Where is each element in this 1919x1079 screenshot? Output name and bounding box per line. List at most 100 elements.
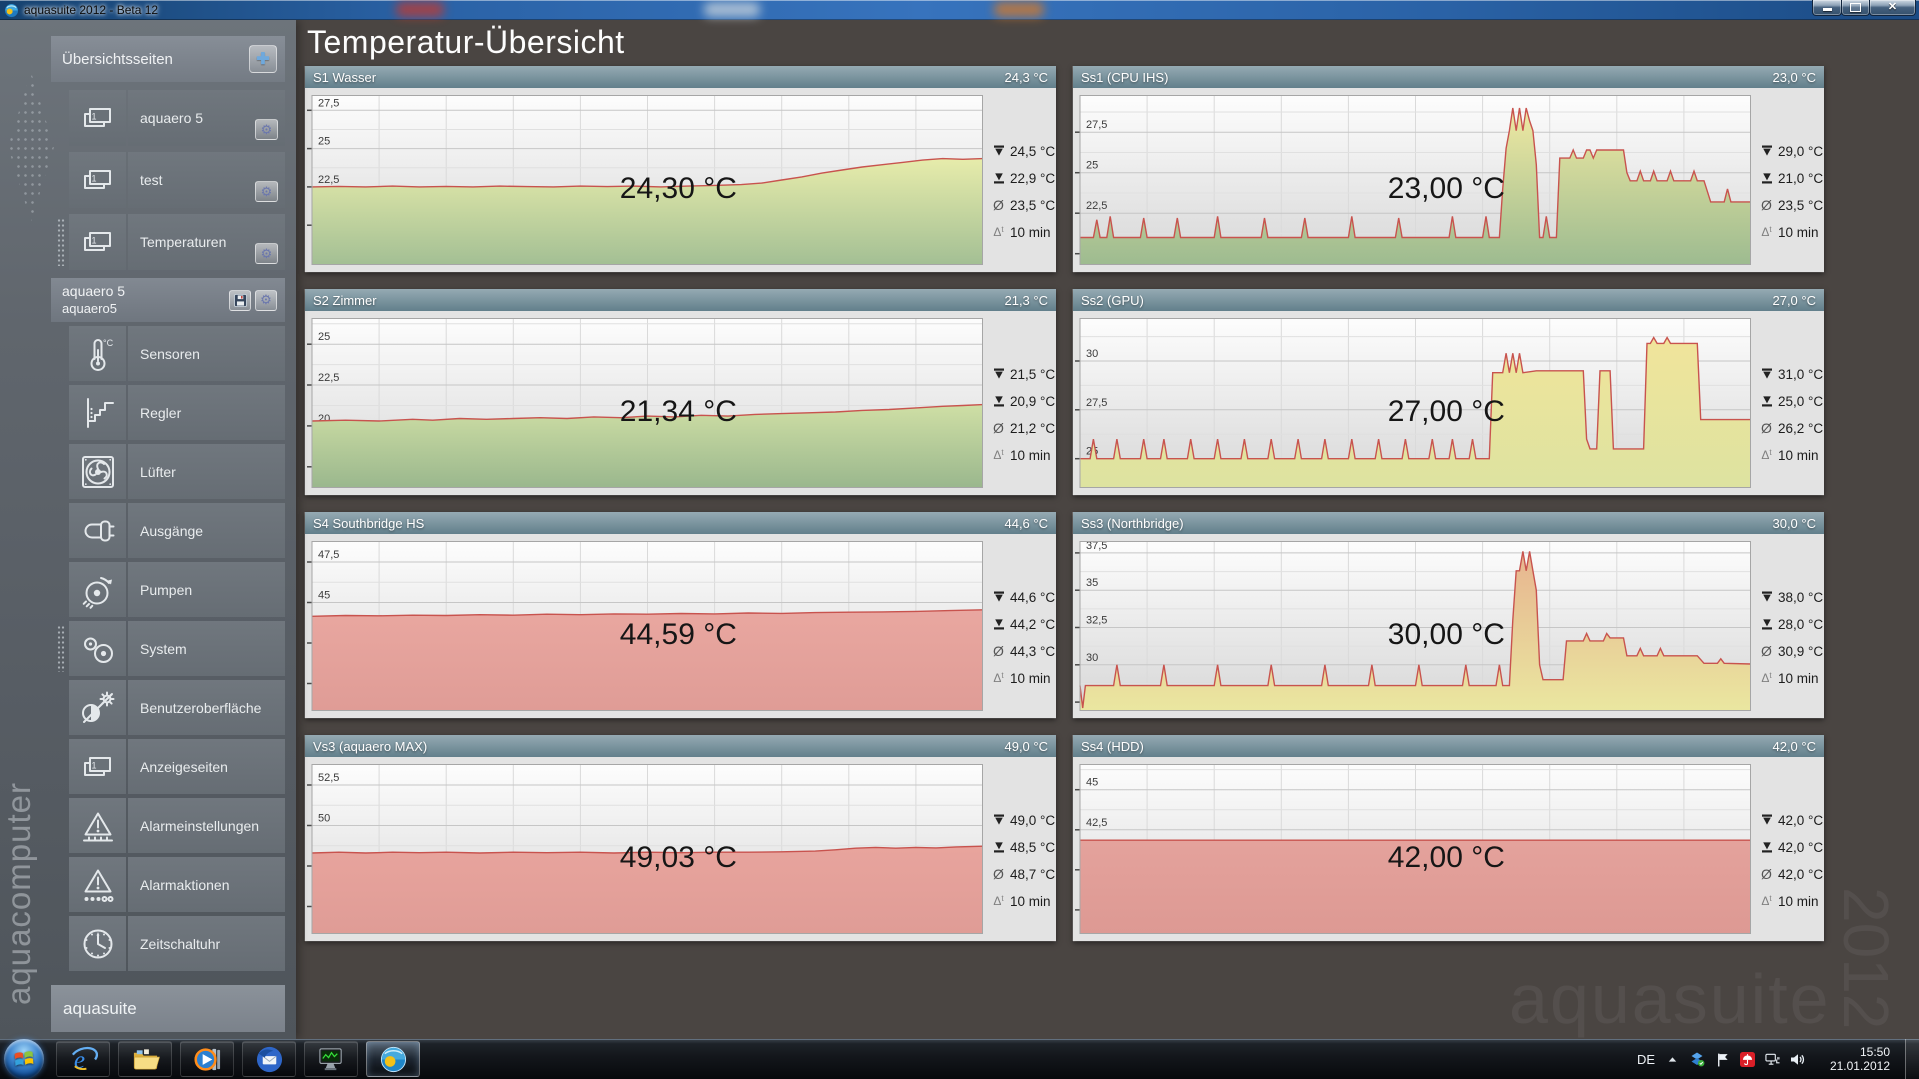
panel-stats: 44,6 °C 44,2 °C Ø 44,3 °C Δt 10 min (983, 534, 1056, 718)
panel-header[interactable]: S4 Southbridge HS 44,6 °C (305, 512, 1056, 534)
svg-text:°C: °C (103, 338, 114, 348)
sidebar-item-alarmeinstellungen[interactable]: Alarmeinstellungen (69, 798, 285, 853)
sidebar-item-alarmaktionen[interactable]: Alarmaktionen (69, 857, 285, 912)
sidebar-item-l-fter[interactable]: Lüfter (69, 444, 285, 499)
stat-avg: 21,2 °C (1010, 420, 1056, 436)
main-content: Temperatur-Übersicht S1 Wasser 24,3 °C 2… (296, 20, 1919, 1039)
sidebar-footer-aquasuite[interactable]: aquasuite (51, 985, 285, 1032)
temperature-chart[interactable]: 3027,525 27,00 °C (1074, 318, 1751, 488)
stat-avg: 48,7 °C (1010, 866, 1056, 882)
panel-stats: 49,0 °C 48,5 °C Ø 48,7 °C Δt 10 min (983, 757, 1056, 941)
page-settings-gear-button[interactable]: ⚙ (255, 119, 278, 140)
sidebar-item-label: Benutzeroberfläche (140, 699, 262, 716)
taskbar-app-windows-explorer[interactable] (118, 1041, 172, 1077)
sidebar-item-ausg-nge[interactable]: Ausgänge (69, 503, 285, 558)
stat-avg: 26,2 °C (1778, 420, 1824, 436)
stat-min: 20,9 °C (1010, 393, 1056, 409)
timespan-icon: Δt (1761, 225, 1772, 239)
temperature-chart[interactable]: 4542,54037,5 42,00 °C (1074, 764, 1751, 934)
add-page-button[interactable]: ✚ (249, 45, 277, 73)
svg-text:45: 45 (1086, 777, 1098, 789)
save-button[interactable] (229, 289, 251, 311)
desktop-glare (994, 2, 1044, 17)
sidebar-item-sensoren[interactable]: °C Sensoren (69, 326, 285, 381)
sidebar-item-regler[interactable]: Regler (69, 385, 285, 440)
taskbar-app-hw-monitor[interactable] (304, 1041, 358, 1077)
panel-header[interactable]: Ss4 (HDD) 42,0 °C (1073, 735, 1824, 757)
drag-handle[interactable] (57, 625, 65, 672)
device-name: aquaero 5 (62, 283, 126, 300)
drag-handle[interactable] (57, 218, 65, 266)
sidebar-item-benutzeroberfl-che[interactable]: Benutzeroberfläche (69, 680, 285, 735)
taskbar-app-aquasuite[interactable] (366, 1041, 420, 1077)
panel-body: 47,54542,540 44,59 °C 44,6 °C 44,2 °C Ø4… (305, 534, 1056, 718)
taskbar-app-media-player[interactable] (180, 1041, 234, 1077)
language-indicator[interactable]: DE (1637, 1052, 1655, 1067)
maximize-button[interactable] (1841, 0, 1870, 16)
action-center-flag-icon[interactable] (1714, 1052, 1730, 1067)
temperature-chart[interactable]: 27,52522,520 23,00 °C (1074, 95, 1751, 265)
temperature-chart[interactable]: 47,54542,540 44,59 °C (306, 541, 983, 711)
panel-title: S2 Zimmer (313, 292, 377, 308)
show-desktop-button[interactable] (1905, 1039, 1919, 1079)
start-button[interactable] (4, 1039, 44, 1079)
sidebar-overview-page-item[interactable]: 1 test ⚙ (69, 152, 285, 208)
close-button[interactable]: ✕ (1869, 0, 1916, 16)
sidebar-item-anzeigeseiten[interactable]: 1 Anzeigeseiten (69, 739, 285, 794)
page-settings-gear-button[interactable]: ⚙ (255, 243, 278, 264)
sensor-panel-ss4-hdd-: Ss4 (HDD) 42,0 °C 4542,54037,5 42,00 °C … (1073, 735, 1824, 941)
stat-min: 42,0 °C (1778, 839, 1824, 855)
timespan-icon: Δt (1761, 671, 1772, 685)
panel-header[interactable]: Ss3 (Northbridge) 30,0 °C (1073, 512, 1824, 534)
average-icon: Ø (1761, 643, 1772, 659)
average-icon: Ø (993, 643, 1004, 659)
device-settings-gear-button[interactable]: ⚙ (255, 289, 277, 311)
sidebar-item-label: Ausgänge (140, 522, 204, 539)
volume-icon[interactable] (1789, 1052, 1805, 1067)
watermark-text: aquasuite (1509, 959, 1831, 1038)
alarm-settings-icon (69, 798, 126, 853)
sidebar-overview-page-item[interactable]: 1 Temperaturen ⚙ (57, 214, 285, 270)
temperature-chart[interactable]: 27,52522,520 24,30 °C (306, 95, 983, 265)
expand-tray-icon[interactable] (1664, 1052, 1680, 1067)
page-settings-gear-button[interactable]: ⚙ (255, 181, 278, 202)
svg-text:50: 50 (318, 813, 330, 825)
timespan-icon: Δt (993, 671, 1004, 685)
sidebar-item-label: Temperaturen (140, 234, 227, 250)
floppy-icon (233, 293, 247, 307)
panel-header[interactable]: Ss1 (CPU IHS) 23,0 °C (1073, 66, 1824, 88)
panel-body: 27,52522,520 24,30 °C 24,5 °C 22,9 °C Ø2… (305, 88, 1056, 272)
svg-text:30: 30 (1086, 652, 1098, 664)
max-icon (1760, 814, 1773, 826)
panel-header[interactable]: S1 Wasser 24,3 °C (305, 66, 1056, 88)
network-icon[interactable] (1764, 1052, 1780, 1067)
taskbar-app-thunderbird[interactable] (242, 1041, 296, 1077)
window-titlebar[interactable]: aquasuite 2012 - Beta 12 ✕ (0, 0, 1919, 20)
sidebar-overview-page-item[interactable]: 1 aquaero 5 ⚙ (69, 90, 285, 146)
stat-min: 25,0 °C (1778, 393, 1824, 409)
panel-header[interactable]: S2 Zimmer 21,3 °C (305, 289, 1056, 311)
temperature-chart[interactable]: 2522,52017,5 21,34 °C (306, 318, 983, 488)
svg-text:1: 1 (91, 112, 96, 122)
sidebar-overview-header[interactable]: Übersichtsseiten ✚ (51, 36, 285, 82)
timer-icon (69, 916, 126, 971)
window-title: aquasuite 2012 - Beta 12 (24, 3, 159, 17)
sidebar-item-pumpen[interactable]: Pumpen (69, 562, 285, 617)
sidebar-device-header[interactable]: aquaero 5 aquaero5 ⚙ (51, 278, 285, 322)
taskbar-app-internet-explorer[interactable]: e (56, 1041, 110, 1077)
clock[interactable]: 15:50 21.01.2012 (1818, 1045, 1890, 1073)
panel-header[interactable]: Ss2 (GPU) 27,0 °C (1073, 289, 1824, 311)
sidebar-item-system[interactable]: System (57, 621, 285, 676)
panel-body: 52,55047,545 49,03 °C 49,0 °C 48,5 °C Ø4… (305, 757, 1056, 941)
overview-header-label: Übersichtsseiten (62, 50, 173, 68)
panel-header[interactable]: Vs3 (aquaero MAX) 49,0 °C (305, 735, 1056, 757)
temperature-chart[interactable]: 52,55047,545 49,03 °C (306, 764, 983, 934)
temperature-chart[interactable]: 37,53532,53027,5 30,00 °C (1074, 541, 1751, 711)
sidebar-item-zeitschaltuhr[interactable]: Zeitschaltuhr (69, 916, 285, 971)
page-title: Temperatur-Übersicht (307, 24, 625, 60)
minimize-button[interactable] (1812, 0, 1842, 16)
sensor-panel-s1-wasser: S1 Wasser 24,3 °C 27,52522,520 24,30 °C … (305, 66, 1056, 272)
dropbox-icon[interactable] (1689, 1052, 1705, 1067)
avira-icon[interactable] (1739, 1051, 1755, 1067)
pages-icon: 1 (69, 90, 126, 146)
